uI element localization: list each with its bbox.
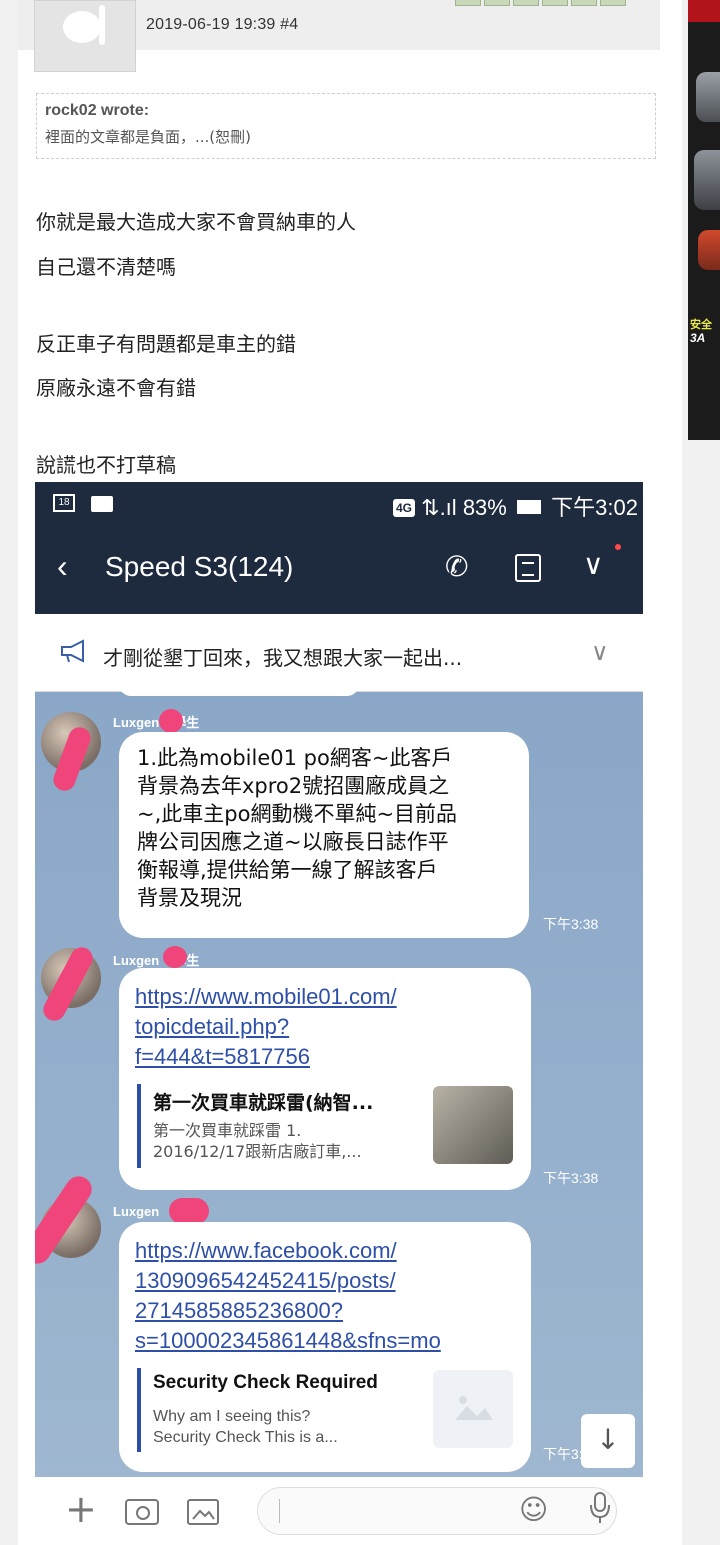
user-avatar[interactable] — [34, 0, 136, 72]
chat-title: Speed S3(124) — [105, 551, 294, 582]
network-badge: 4G — [393, 499, 416, 517]
post-line: 說謊也不打草稿 — [36, 453, 176, 477]
ad-text: 3A — [690, 331, 706, 345]
message-sender: Luxgen學生 — [113, 712, 199, 731]
chat-title-bar: ‹ Speed S3(124) ✆ ∨ — [35, 524, 643, 614]
message-line: 衡報導,提供給第一線了解該客戶 — [137, 858, 438, 882]
message-line: 背景為去年xpro2號招團廠成員之 — [137, 774, 450, 798]
preview-thumbnail — [433, 1086, 513, 1164]
post-line: 自己還不清楚嗎 — [36, 255, 176, 279]
announcement-text: 才剛從墾丁回來，我又想跟大家一起出... — [103, 646, 463, 670]
message-bubble — [119, 672, 359, 696]
message-link[interactable]: f=444&t=5817756 — [135, 1042, 310, 1072]
message-link[interactable]: 1309096542452415/posts/ — [135, 1266, 396, 1296]
scroll-down-button[interactable]: ↓ — [581, 1414, 635, 1468]
plus-icon[interactable]: + — [65, 1487, 97, 1531]
post-meta: 2019-06-19 19:39 #4 — [146, 16, 299, 33]
message-link[interactable]: 2714585885236800? — [135, 1296, 343, 1326]
back-icon: ‹ — [57, 548, 68, 584]
preview-title[interactable]: Security Check Required — [153, 1372, 378, 1394]
message-link[interactable]: https://www.facebook.com/ — [135, 1236, 397, 1266]
status-right: 4G ⇅.ıl 83% 下午3:02 — [393, 490, 638, 522]
post-line: 反正車子有問題都是車主的錯 — [36, 332, 296, 356]
megaphone-icon — [59, 638, 89, 671]
emoji-icon[interactable]: ☺ — [519, 1493, 548, 1526]
notes-icon — [515, 554, 541, 582]
redaction-mark — [169, 1198, 209, 1224]
notification-dot — [615, 544, 621, 550]
action-button[interactable] — [571, 0, 597, 6]
battery-icon — [516, 500, 541, 514]
ad-car-image — [694, 150, 720, 210]
action-button[interactable] — [513, 0, 539, 6]
forum-page: 安全 3A 2019-06-19 19:39 #4 rock02 wrote: … — [0, 0, 720, 1545]
ad-text: 安全 — [690, 319, 712, 331]
quote-block: rock02 wrote: 裡面的文章都是負面，...(恕刪) — [36, 93, 656, 159]
camera-icon[interactable] — [125, 1499, 159, 1525]
image-icon — [91, 496, 113, 512]
post-action-buttons[interactable] — [455, 0, 626, 6]
avatar-shape — [63, 11, 101, 43]
sender-name: Luxgen — [113, 953, 160, 968]
message-link[interactable]: s=100002345861448&sfns=mo — [135, 1326, 441, 1356]
message-line: 牌公司因應之道~以廠長日誌作平 — [137, 830, 449, 854]
text-caret — [279, 1499, 280, 1523]
preview-title[interactable]: 第一次買車就踩雷(納智... — [153, 1088, 373, 1115]
image-placeholder-icon — [455, 1396, 493, 1420]
ad-car-image — [696, 72, 720, 122]
post-line: 原廠永遠不會有錯 — [36, 376, 196, 400]
action-button[interactable] — [600, 0, 626, 6]
preview-desc: 2016/12/17跟新店廠訂車,... — [153, 1142, 362, 1161]
gallery-icon[interactable] — [187, 1499, 219, 1525]
message-time: 下午3:38 — [543, 916, 599, 932]
signal-icon: ⇅.ıl — [421, 495, 457, 520]
preview-desc: Security Check This is a... — [153, 1429, 338, 1446]
message-link[interactable]: https://www.mobile01.com/ — [135, 982, 397, 1012]
chat-area: Luxgen 學生 1.此為mobile01 po網客~此客戶 背景為去年xpro… — [35, 672, 643, 1477]
chevron-down-icon: ∨ — [583, 548, 604, 581]
action-button[interactable] — [484, 0, 510, 6]
preview-bar — [137, 1368, 141, 1452]
ad-car-image — [698, 230, 720, 270]
mic-icon[interactable] — [587, 1491, 613, 1532]
post-line: 你就是最大造成大家不會買納車的人 — [36, 210, 356, 234]
ad-brand-bar — [688, 0, 720, 22]
message-time: 下午3:38 — [543, 1170, 599, 1186]
chevron-down-icon: ∨ — [591, 638, 609, 666]
redaction-mark — [163, 946, 187, 968]
battery-percent: 83% — [462, 495, 507, 520]
chat-input-bar: + ☺ — [35, 1477, 643, 1545]
sender-name: Luxgen — [113, 715, 160, 730]
redaction-mark — [159, 709, 183, 733]
action-button[interactable] — [542, 0, 568, 6]
preview-desc: Why am I seeing this? — [153, 1408, 311, 1425]
message-link[interactable]: topicdetail.php? — [135, 1012, 289, 1042]
embedded-chat-screenshot[interactable]: 18 4G ⇅.ıl 83% 下午3:02 ‹ Speed S3(124) ✆ … — [35, 482, 643, 1545]
message-line: 背景及現況 — [137, 886, 242, 910]
message-line: 1.此為mobile01 po網客~此客戶 — [137, 746, 453, 770]
calendar-icon: 18 — [53, 494, 75, 512]
phone-status-bar: 18 4G ⇅.ıl 83% 下午3:02 — [35, 482, 643, 524]
quote-text: 裡面的文章都是負面，...(恕刪) — [45, 128, 252, 146]
sidebar-ad[interactable]: 安全 3A — [688, 0, 720, 440]
message-input[interactable] — [257, 1487, 617, 1535]
message-line: ~,此車主po網動機不單純~目前品 — [137, 802, 458, 826]
preview-thumbnail — [433, 1370, 513, 1448]
preview-bar — [137, 1084, 141, 1168]
avatar-shape — [99, 5, 105, 45]
quote-author: rock02 wrote: — [45, 102, 150, 119]
preview-desc: 第一次買車就踩雷 1. — [153, 1121, 302, 1140]
action-button[interactable] — [455, 0, 481, 6]
status-time: 下午3:02 — [551, 495, 638, 520]
phone-icon: ✆ — [445, 550, 469, 583]
sender-name: Luxgen — [113, 1204, 160, 1219]
